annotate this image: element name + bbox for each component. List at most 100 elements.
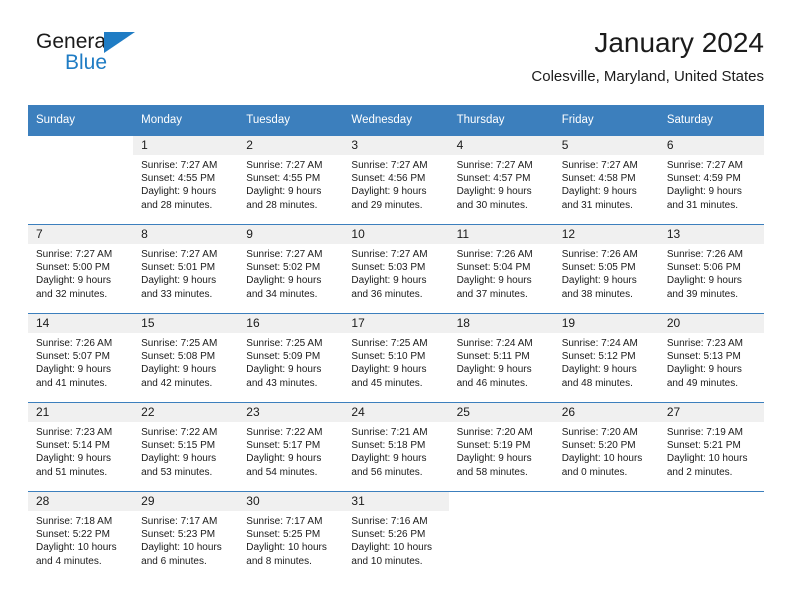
day-cell[interactable]: 14 Sunrise: 7:26 AM Sunset: 5:07 PM Dayligh… — [28, 313, 134, 402]
day-details: Sunrise: 7:26 AM Sunset: 5:04 PM Daylight:… — [449, 244, 554, 301]
daylight-text-line1: Daylight: 9 hours — [351, 364, 427, 376]
day-number: 17 — [343, 314, 449, 333]
day-number — [449, 492, 554, 511]
day-number: 30 — [238, 492, 344, 511]
day-details: Sunrise: 7:21 AM Sunset: 5:18 PM Daylight:… — [343, 422, 448, 479]
day-cell[interactable]: 20 Sunrise: 7:23 AM Sunset: 5:13 PM Dayligh… — [658, 313, 764, 402]
day-details: Sunrise: 7:23 AM Sunset: 5:13 PM Daylight:… — [659, 333, 764, 390]
daylight-text-line2: and 42 minutes. — [141, 377, 213, 389]
weekday-header-row: Sunday Monday Tuesday Wednesday Thursday… — [28, 105, 764, 135]
day-cell[interactable]: 22 Sunrise: 7:22 AM Sunset: 5:15 PM Dayligh… — [133, 402, 239, 491]
sunrise-text: Sunrise: 7:26 AM — [666, 249, 743, 260]
day-cell[interactable]: 5 Sunrise: 7:27 AM Sunset: 4:58 PM Daylight… — [553, 135, 659, 224]
daylight-text-line2: and 31 minutes. — [666, 199, 739, 211]
sunrise-text: Sunrise: 7:27 AM — [141, 249, 218, 260]
general-blue-logo: General Blue — [36, 30, 166, 82]
daylight-text-line1: Daylight: 9 hours — [456, 364, 532, 376]
day-cell[interactable]: 29 Sunrise: 7:17 AM Sunset: 5:23 PM Dayligh… — [133, 491, 239, 580]
day-cell[interactable]: 26 Sunrise: 7:20 AM Sunset: 5:20 PM Dayligh… — [553, 402, 659, 491]
weekday-header-wednesday: Wednesday — [343, 105, 449, 135]
day-cell[interactable]: 25 Sunrise: 7:20 AM Sunset: 5:19 PM Dayligh… — [448, 402, 554, 491]
day-details: Sunrise: 7:27 AM Sunset: 5:00 PM Daylight:… — [28, 244, 133, 301]
day-cell[interactable]: 17 Sunrise: 7:25 AM Sunset: 5:10 PM Dayligh… — [343, 313, 449, 402]
day-cell[interactable]: 19 Sunrise: 7:24 AM Sunset: 5:12 PM Dayligh… — [553, 313, 659, 402]
day-cell[interactable]: 31 Sunrise: 7:16 AM Sunset: 5:26 PM Dayligh… — [343, 491, 449, 580]
calendar-cell: 9 Sunrise: 7:27 AM Sunset: 5:02 PM Daylight… — [238, 224, 344, 313]
day-cell[interactable]: 13 Sunrise: 7:26 AM Sunset: 5:06 PM Dayligh… — [658, 224, 764, 313]
sunset-text: Sunset: 5:06 PM — [666, 262, 741, 274]
sunset-text: Sunset: 5:25 PM — [246, 529, 321, 541]
daylight-text-line1: Daylight: 9 hours — [456, 275, 532, 287]
day-details: Sunrise: 7:22 AM Sunset: 5:15 PM Daylight:… — [133, 422, 238, 479]
daylight-text-line1: Daylight: 10 hours — [666, 453, 748, 465]
sunrise-text: Sunrise: 7:19 AM — [666, 427, 743, 438]
day-cell[interactable]: 18 Sunrise: 7:24 AM Sunset: 5:11 PM Dayligh… — [448, 313, 554, 402]
day-cell[interactable]: 7 Sunrise: 7:27 AM Sunset: 5:00 PM Daylight… — [28, 224, 134, 313]
weekday-header-thursday: Thursday — [448, 105, 554, 135]
day-number: 12 — [553, 225, 659, 244]
daylight-text-line1: Daylight: 9 hours — [561, 275, 637, 287]
day-cell[interactable]: 8 Sunrise: 7:27 AM Sunset: 5:01 PM Daylight… — [133, 224, 239, 313]
day-number: 15 — [133, 314, 239, 333]
day-cell[interactable]: 9 Sunrise: 7:27 AM Sunset: 5:02 PM Daylight… — [238, 224, 344, 313]
day-cell[interactable]: 10 Sunrise: 7:27 AM Sunset: 5:03 PM Dayligh… — [343, 224, 449, 313]
day-details: Sunrise: 7:27 AM Sunset: 4:55 PM Daylight:… — [238, 155, 343, 212]
sunrise-text: Sunrise: 7:25 AM — [246, 338, 323, 349]
day-cell[interactable]: 16 Sunrise: 7:25 AM Sunset: 5:09 PM Dayligh… — [238, 313, 344, 402]
daylight-text-line1: Daylight: 9 hours — [456, 453, 532, 465]
daylight-text-line2: and 49 minutes. — [666, 377, 739, 389]
day-cell[interactable]: 15 Sunrise: 7:25 AM Sunset: 5:08 PM Dayligh… — [133, 313, 239, 402]
day-cell[interactable]: 1 Sunrise: 7:27 AM Sunset: 4:55 PM Daylight… — [133, 135, 239, 224]
daylight-text-line1: Daylight: 10 hours — [246, 542, 327, 554]
day-number: 13 — [658, 225, 764, 244]
sunrise-text: Sunrise: 7:26 AM — [456, 249, 533, 260]
daylight-text-line1: Daylight: 9 hours — [246, 364, 322, 376]
daylight-text-line1: Daylight: 9 hours — [36, 453, 112, 465]
day-cell[interactable]: 30 Sunrise: 7:17 AM Sunset: 5:25 PM Dayligh… — [238, 491, 344, 580]
calendar-cell: 2 Sunrise: 7:27 AM Sunset: 4:55 PM Daylight… — [238, 135, 344, 224]
calendar-cell: 23 Sunrise: 7:22 AM Sunset: 5:17 PM Dayligh… — [238, 402, 344, 491]
calendar-week-row: 28 Sunrise: 7:18 AM Sunset: 5:22 PM Dayligh… — [28, 491, 764, 580]
daylight-text-line1: Daylight: 9 hours — [141, 275, 217, 287]
day-number: 6 — [658, 136, 764, 155]
day-details: Sunrise: 7:27 AM Sunset: 4:55 PM Daylight:… — [133, 155, 238, 212]
day-details: Sunrise: 7:26 AM Sunset: 5:05 PM Daylight:… — [554, 244, 659, 301]
day-number: 26 — [553, 403, 659, 422]
day-cell[interactable]: 11 Sunrise: 7:26 AM Sunset: 5:04 PM Dayligh… — [448, 224, 554, 313]
daylight-text-line1: Daylight: 10 hours — [141, 542, 222, 554]
sunset-text: Sunset: 5:03 PM — [351, 262, 426, 274]
day-number: 2 — [238, 136, 344, 155]
sunset-text: Sunset: 5:21 PM — [666, 440, 741, 452]
daylight-text-line1: Daylight: 9 hours — [141, 364, 217, 376]
sunset-text: Sunset: 5:02 PM — [246, 262, 321, 274]
day-cell[interactable]: 28 Sunrise: 7:18 AM Sunset: 5:22 PM Dayligh… — [28, 491, 134, 580]
sunrise-text: Sunrise: 7:22 AM — [246, 427, 323, 438]
sunrise-text: Sunrise: 7:27 AM — [351, 160, 428, 171]
daylight-text-line1: Daylight: 9 hours — [351, 186, 427, 198]
day-cell[interactable]: 24 Sunrise: 7:21 AM Sunset: 5:18 PM Dayligh… — [343, 402, 449, 491]
calendar-cell: 15 Sunrise: 7:25 AM Sunset: 5:08 PM Dayligh… — [133, 313, 239, 402]
sunrise-text: Sunrise: 7:17 AM — [141, 516, 218, 527]
calendar-cell: 5 Sunrise: 7:27 AM Sunset: 4:58 PM Daylight… — [553, 135, 659, 224]
day-cell[interactable]: 23 Sunrise: 7:22 AM Sunset: 5:17 PM Dayligh… — [238, 402, 344, 491]
page-title: January 2024 — [594, 27, 764, 58]
day-number: 28 — [28, 492, 134, 511]
day-details: Sunrise: 7:27 AM Sunset: 5:01 PM Daylight:… — [133, 244, 238, 301]
weekday-header-sunday: Sunday — [28, 105, 134, 135]
calendar-cell: 21 Sunrise: 7:23 AM Sunset: 5:14 PM Dayligh… — [28, 402, 134, 491]
day-number: 27 — [658, 403, 764, 422]
sunrise-text: Sunrise: 7:25 AM — [141, 338, 218, 349]
day-cell[interactable]: 2 Sunrise: 7:27 AM Sunset: 4:55 PM Daylight… — [238, 135, 344, 224]
day-cell[interactable]: 3 Sunrise: 7:27 AM Sunset: 4:56 PM Daylight… — [343, 135, 449, 224]
day-cell[interactable]: 4 Sunrise: 7:27 AM Sunset: 4:57 PM Daylight… — [448, 135, 554, 224]
daylight-text-line2: and 28 minutes. — [141, 199, 213, 211]
sunrise-text: Sunrise: 7:26 AM — [561, 249, 638, 260]
daylight-text-line2: and 53 minutes. — [141, 466, 213, 478]
calendar-cell: 31 Sunrise: 7:16 AM Sunset: 5:26 PM Dayligh… — [343, 491, 449, 580]
daylight-text-line1: Daylight: 9 hours — [666, 186, 742, 198]
day-number: 1 — [133, 136, 239, 155]
day-cell[interactable]: 6 Sunrise: 7:27 AM Sunset: 4:59 PM Daylight… — [658, 135, 764, 224]
day-cell[interactable]: 21 Sunrise: 7:23 AM Sunset: 5:14 PM Dayligh… — [28, 402, 134, 491]
day-cell[interactable]: 12 Sunrise: 7:26 AM Sunset: 5:05 PM Dayligh… — [553, 224, 659, 313]
day-cell[interactable]: 27 Sunrise: 7:19 AM Sunset: 5:21 PM Dayligh… — [658, 402, 764, 491]
